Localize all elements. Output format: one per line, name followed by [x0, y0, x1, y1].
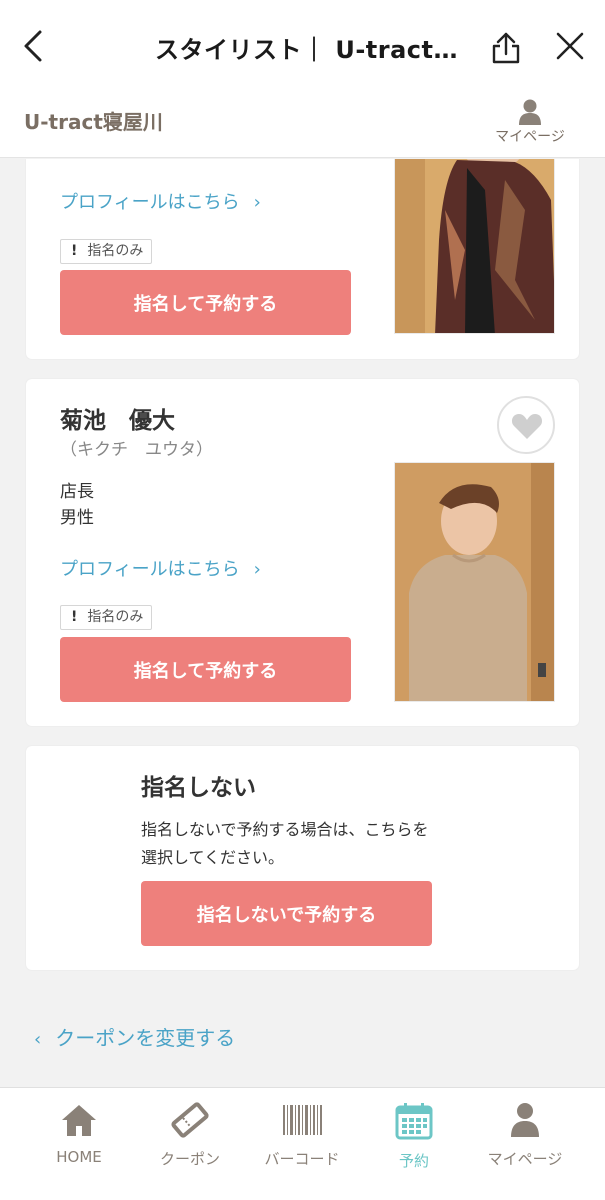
no-nomination-description: 指名しないで予約する場合は、こちらを選択してください。 [141, 820, 429, 867]
stylist-photo[interactable] [394, 159, 555, 334]
tab-coupon[interactable]: クーポン [135, 1102, 245, 1182]
chevron-left-icon: ‹ [34, 1029, 42, 1050]
chevron-left-icon [24, 30, 42, 62]
share-button[interactable] [486, 24, 526, 68]
nomination-only-badge: ! 指名のみ [60, 605, 153, 630]
share-icon [492, 32, 520, 64]
mypage-link[interactable]: マイページ [484, 98, 576, 154]
shop-header: U-tract寝屋川 マイページ [0, 92, 605, 158]
profile-link[interactable]: プロフィールはこちら › [60, 188, 261, 214]
stylist-kana: （キクチ ユウタ） [60, 440, 213, 460]
stylist-gender: 男性 [60, 508, 94, 528]
reserve-with-nomination-button[interactable]: 指名して予約する [60, 637, 351, 702]
person-icon [511, 1103, 539, 1137]
tab-mypage[interactable]: マイページ [470, 1102, 580, 1182]
content-area[interactable]: プロフィールはこちら › ! 指名のみ 指名して予約する 菊池 優大 （キクチ ユウ… [0, 159, 605, 1087]
stylist-name: 菊池 優大 [60, 408, 175, 434]
close-icon [556, 32, 584, 60]
barcode-icon [283, 1105, 322, 1135]
profile-link[interactable]: プロフィールはこちら › [60, 555, 261, 581]
stylist-card: プロフィールはこちら › ! 指名のみ 指名して予約する [26, 159, 579, 359]
back-button[interactable] [14, 22, 54, 70]
reserve-without-nomination-button[interactable]: 指名しないで予約する [141, 881, 432, 946]
chevron-right-icon: › [253, 559, 261, 580]
person-icon [519, 99, 541, 125]
tab-reservation[interactable]: 予約 [359, 1102, 469, 1182]
stylist-role: 店長 [60, 482, 94, 502]
mypage-label: マイページ [495, 129, 565, 145]
tab-barcode[interactable]: バーコード [247, 1102, 357, 1182]
stylist-card: 菊池 優大 （キクチ ユウタ） 店長 男性 プロフィールはこちら › ! 指名のみ … [26, 379, 579, 726]
chevron-right-icon: › [253, 192, 261, 213]
bottom-tab-bar: HOME クーポン バーコード 予約 マイページ [0, 1087, 605, 1200]
reserve-with-nomination-button[interactable]: 指名して予約する [60, 270, 351, 335]
exclamation-icon: ! [71, 243, 78, 259]
shop-name[interactable]: U-tract寝屋川 [24, 106, 163, 135]
no-nomination-title: 指名しない [141, 775, 256, 801]
exclamation-icon: ! [71, 609, 78, 625]
top-nav-bar: スタイリスト｜ U-tract… [0, 0, 605, 92]
nomination-only-badge: ! 指名のみ [60, 239, 153, 264]
home-icon [62, 1105, 96, 1136]
stylist-photo-image [395, 159, 554, 333]
tab-home[interactable]: HOME [24, 1102, 134, 1182]
heart-icon [511, 414, 543, 439]
favorite-button[interactable] [497, 396, 555, 454]
stylist-photo[interactable] [394, 462, 555, 702]
close-button[interactable] [548, 24, 592, 68]
change-coupon-link[interactable]: ‹ クーポンを変更する [34, 1022, 235, 1051]
no-nomination-card: 指名しない 指名しないで予約する場合は、こちらを選択してください。 指名しないで… [26, 746, 579, 970]
stylist-photo-image [395, 463, 554, 701]
ticket-icon [171, 1102, 209, 1138]
calendar-icon [395, 1103, 433, 1140]
